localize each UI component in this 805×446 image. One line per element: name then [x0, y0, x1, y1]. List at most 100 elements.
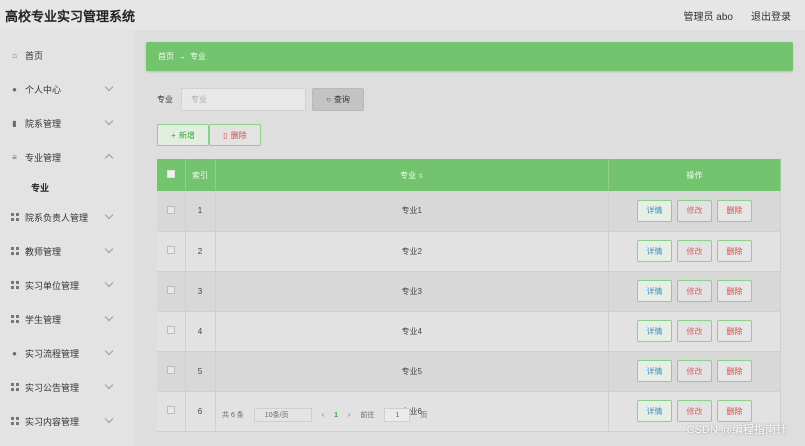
query-button[interactable]: ○ 查询 — [312, 88, 364, 111]
sidebar-item-major[interactable]: ≡ 专业管理 — [0, 140, 134, 174]
sidebar-item-label: 实习单位管理 — [25, 280, 80, 291]
row-checkbox[interactable] — [166, 406, 175, 414]
sidebar-item-label: 实习流程管理 — [25, 348, 80, 359]
edit-button[interactable]: 修改 — [677, 360, 712, 382]
edit-button[interactable]: 修改 — [677, 320, 712, 342]
chevron-down-icon — [104, 346, 114, 356]
row-major: 专业2 — [215, 231, 609, 272]
chevron-up-icon — [104, 153, 114, 163]
sidebar-item-teacher[interactable]: 教师管理 — [0, 234, 134, 268]
row-index: 4 — [185, 311, 216, 352]
row-checkbox[interactable] — [166, 205, 175, 214]
table-header-row: 索引 专业 ⇅ 操作 — [157, 159, 781, 191]
page-size-select[interactable]: 10条/页 — [253, 408, 312, 422]
grid-icon — [10, 281, 19, 290]
pagination: 共 6 条 10条/页 ‹ 1 › 前往 1 页 — [222, 408, 427, 422]
goto-page-input[interactable]: 1 — [384, 408, 411, 422]
select-all-header[interactable] — [157, 159, 186, 191]
major-search-input[interactable] — [181, 88, 306, 111]
sidebar-item-process[interactable]: ● 实习流程管理 — [0, 336, 134, 370]
sidebar-subitem-major[interactable]: 专业 — [0, 174, 134, 200]
prev-page-icon[interactable]: ‹ — [322, 412, 324, 419]
grid-icon — [10, 417, 19, 426]
add-button[interactable]: + 新增 — [157, 124, 209, 146]
row-major: 专业4 — [215, 311, 609, 352]
sort-icon[interactable]: ⇅ — [418, 174, 423, 180]
action-toolbar: + 新增 ▯ 删除 — [157, 124, 261, 146]
logout-link[interactable]: 退出登录 — [751, 8, 791, 23]
sidebar-item-label: 个人中心 — [25, 84, 62, 95]
sliders-icon: ≡ — [12, 152, 17, 162]
header-major-label: 专业 — [400, 170, 417, 180]
user-icon: ● — [12, 84, 17, 94]
header-major[interactable]: 专业 ⇅ — [215, 159, 609, 191]
chevron-down-icon — [104, 116, 114, 126]
grid-icon — [10, 247, 19, 256]
grid-icon — [10, 383, 19, 392]
sidebar-item-content[interactable]: 实习内容管理 — [0, 404, 134, 438]
sidebar-item-label: 实习内容管理 — [25, 416, 80, 427]
goto-label: 前往 — [360, 412, 375, 419]
row-index: 5 — [185, 351, 216, 392]
sidebar-item-home[interactable]: ⌂ 首页 — [0, 38, 134, 72]
row-delete-button[interactable]: 删除 — [717, 199, 752, 222]
sidebar-item-personal-center[interactable]: ● 个人中心 — [0, 72, 134, 106]
app-title: 高校专业实习管理系统 — [5, 8, 136, 24]
row-checkbox[interactable] — [166, 366, 175, 374]
grid-icon — [10, 213, 19, 222]
row-checkbox[interactable] — [166, 246, 175, 254]
detail-button[interactable]: 详情 — [637, 400, 672, 422]
row-delete-button[interactable]: 删除 — [717, 240, 752, 262]
chevron-down-icon — [104, 414, 114, 424]
sidebar-item-label: 专业管理 — [25, 152, 62, 163]
sidebar-item-student[interactable]: 学生管理 — [0, 302, 134, 336]
watermark: CSDN @编程指南针 — [686, 424, 787, 436]
row-delete-button[interactable]: 删除 — [717, 320, 752, 342]
select-all-checkbox[interactable] — [166, 170, 175, 178]
sidebar-item-dept-head[interactable]: 院系负责人管理 — [0, 200, 134, 234]
row-major: 专业1 — [215, 191, 609, 232]
row-delete-button[interactable]: 删除 — [717, 360, 752, 382]
delete-button[interactable]: ▯ 删除 — [209, 124, 261, 146]
grid-icon — [10, 315, 19, 324]
sidebar-item-department[interactable]: ▮ 院系管理 — [0, 106, 134, 140]
search-icon: ○ — [326, 95, 331, 104]
breadcrumb-current: 专业 — [190, 52, 206, 61]
detail-button[interactable]: 详情 — [637, 199, 672, 222]
current-page[interactable]: 1 — [334, 412, 338, 419]
add-button-label: 新增 — [178, 130, 195, 140]
row-delete-button[interactable]: 删除 — [717, 280, 752, 302]
row-checkbox[interactable] — [166, 326, 175, 334]
table-row: 4 专业4 详情 修改 删除 — [157, 311, 781, 352]
detail-button[interactable]: 详情 — [637, 240, 672, 262]
search-form: 专业 ○ 查询 — [157, 88, 364, 111]
edit-button[interactable]: 修改 — [677, 240, 712, 262]
row-delete-button[interactable]: 删除 — [717, 400, 752, 422]
row-index: 3 — [185, 271, 216, 312]
chevron-down-icon — [104, 244, 114, 254]
edit-button[interactable]: 修改 — [677, 280, 712, 302]
sidebar-item-label: 学生管理 — [25, 314, 62, 325]
row-checkbox[interactable] — [166, 286, 175, 294]
chevron-down-icon — [104, 380, 114, 390]
header-ops: 操作 — [608, 159, 781, 191]
detail-button[interactable]: 详情 — [637, 280, 672, 302]
sidebar-item-company[interactable]: 实习单位管理 — [0, 268, 134, 302]
top-bar: 高校专业实习管理系统 管理员 abo 退出登录 — [0, 0, 805, 30]
home-icon: ⌂ — [12, 50, 17, 60]
breadcrumb-home[interactable]: 首页 — [158, 51, 174, 62]
header-user-area: 管理员 abo 退出登录 — [684, 8, 791, 23]
next-page-icon[interactable]: › — [348, 412, 350, 419]
edit-button[interactable]: 修改 — [677, 199, 712, 222]
pagination-total: 共 6 条 — [222, 412, 244, 419]
sidebar-item-announcement[interactable]: 实习公告管理 — [0, 370, 134, 404]
edit-button[interactable]: 修改 — [677, 400, 712, 422]
sidebar: ⌂ 首页 ● 个人中心 ▮ 院系管理 ≡ 专业管理 专业 院系负责人管理 教师管… — [0, 30, 134, 446]
detail-button[interactable]: 详情 — [637, 320, 672, 342]
chevron-down-icon — [104, 278, 114, 288]
row-index: 2 — [185, 231, 216, 272]
detail-button[interactable]: 详情 — [637, 360, 672, 382]
row-index: 6 — [185, 391, 216, 432]
current-user: 管理员 abo — [683, 11, 733, 23]
sidebar-item-label: 首页 — [25, 50, 44, 61]
